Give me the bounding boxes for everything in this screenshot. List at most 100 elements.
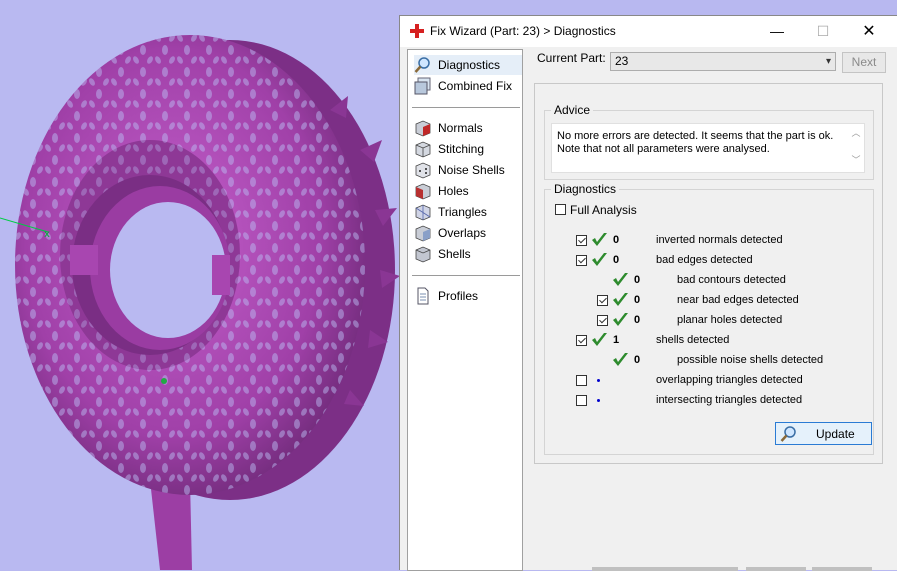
triangles-cube-icon	[415, 204, 431, 221]
advice-line: Note that not all parameters were analys…	[557, 143, 770, 155]
row-label: overlapping triangles detected	[656, 374, 803, 386]
advice-group-label: Advice	[551, 103, 594, 117]
diagnostics-page: Advice No more errors are detected. It s…	[534, 83, 883, 464]
pending-dot-icon	[597, 379, 600, 382]
full-analysis-label: Full Analysis	[570, 203, 637, 217]
maximize-button[interactable]: ☐	[800, 16, 846, 47]
row-label: near bad edges detected	[677, 294, 799, 306]
nav-item-normals[interactable]: Normals	[414, 118, 522, 138]
green-check-icon	[592, 333, 607, 346]
green-check-icon	[613, 353, 628, 366]
red-cross-icon	[410, 24, 424, 38]
green-check-icon	[613, 293, 628, 306]
chevron-down-icon: ▾	[825, 56, 831, 67]
nav-item-label: Noise Shells	[438, 163, 505, 177]
magnifier-icon	[780, 426, 796, 442]
nav-item-overlaps[interactable]: Overlaps	[414, 223, 522, 243]
wizard-nav-panel: Diagnostics Combined Fix Normals Stitchi…	[407, 49, 523, 571]
row-label: possible noise shells detected	[677, 354, 824, 366]
row-checkbox[interactable]	[597, 315, 608, 326]
diagnostics-group-label: Diagnostics	[551, 182, 620, 196]
advice-line: No more errors are detected. It seems th…	[557, 130, 834, 142]
row-label: bad contours detected	[677, 274, 786, 286]
bottom-button-edge[interactable]	[746, 567, 806, 571]
advice-scrollbar[interactable]: ︿ ﹀	[850, 126, 862, 170]
row-count: 1	[613, 334, 620, 346]
noise-shells-dice-icon	[415, 162, 431, 179]
nav-item-label: Combined Fix	[438, 79, 513, 93]
row-count: 0	[634, 314, 641, 326]
row-count: 0	[634, 354, 641, 366]
magnifier-icon	[414, 57, 430, 73]
minimize-button[interactable]: —	[754, 16, 800, 47]
nav-divider	[412, 107, 520, 108]
nav-item-label: Stitching	[438, 142, 485, 156]
advice-group: Advice No more errors are detected. It s…	[544, 103, 874, 180]
row-label: inverted normals detected	[656, 234, 783, 246]
row-label: intersecting triangles detected	[656, 394, 803, 406]
holes-cube-icon	[415, 183, 431, 200]
bottom-button-edge[interactable]	[812, 567, 872, 571]
close-button[interactable]: ✕	[846, 16, 892, 47]
nav-item-noise-shells[interactable]: Noise Shells	[414, 160, 522, 180]
title-bar[interactable]: Fix Wizard (Part: 23) > Diagnostics — ☐ …	[400, 16, 897, 47]
current-part-label: Current Part:	[537, 51, 606, 65]
row-label: shells detected	[656, 334, 730, 346]
nav-item-shells[interactable]: Shells	[414, 244, 522, 264]
green-check-icon	[592, 233, 607, 246]
fix-wizard-dialog: Fix Wizard (Part: 23) > Diagnostics — ☐ …	[399, 15, 897, 571]
row-checkbox[interactable]	[576, 375, 587, 386]
row-label: planar holes detected	[677, 314, 783, 326]
nav-item-label: Holes	[438, 184, 469, 198]
update-button-label: Update	[816, 427, 855, 441]
ring-model: x	[0, 35, 400, 570]
3d-viewport[interactable]: x	[0, 0, 400, 570]
row-checkbox[interactable]	[576, 395, 587, 406]
row-checkbox[interactable]	[576, 335, 587, 346]
row-label: bad edges detected	[656, 254, 753, 266]
nav-item-combined-fix[interactable]: Combined Fix	[414, 76, 522, 96]
nav-divider	[412, 275, 520, 276]
nav-item-stitching[interactable]: Stitching	[414, 139, 522, 159]
window-title: Fix Wizard (Part: 23) > Diagnostics	[430, 24, 616, 38]
bottom-button-edge[interactable]	[592, 567, 738, 571]
nav-item-label: Overlaps	[438, 226, 487, 240]
scroll-down-icon[interactable]: ﹀	[850, 153, 862, 166]
row-count: 0	[613, 254, 620, 266]
overlaps-cube-icon	[415, 225, 431, 242]
nav-item-label: Triangles	[438, 205, 487, 219]
profile-document-icon	[417, 287, 429, 305]
update-button[interactable]: Update	[775, 422, 872, 445]
row-checkbox[interactable]	[576, 235, 587, 246]
nav-item-label: Profiles	[438, 289, 479, 303]
row-count: 0	[634, 294, 641, 306]
shells-cube-icon	[415, 246, 431, 263]
nav-item-label: Diagnostics	[438, 58, 501, 72]
nav-item-holes[interactable]: Holes	[414, 181, 522, 201]
row-checkbox[interactable]	[597, 295, 608, 306]
svg-text:x: x	[44, 229, 50, 240]
diagnostics-group: Diagnostics Full Analysis 0 inverted norm…	[544, 182, 874, 455]
nav-item-triangles[interactable]: Triangles	[414, 202, 522, 222]
current-part-value: 23	[615, 54, 629, 68]
combined-fix-icon	[414, 77, 431, 95]
nav-item-diagnostics[interactable]: Diagnostics	[414, 55, 522, 75]
row-count: 0	[613, 234, 620, 246]
row-checkbox[interactable]	[576, 255, 587, 266]
nav-item-label: Normals	[438, 121, 483, 135]
pending-dot-icon	[597, 399, 600, 402]
next-button[interactable]: Next	[842, 52, 886, 73]
nav-item-label: Shells	[438, 247, 471, 261]
current-part-select[interactable]: 23 ▾	[610, 52, 836, 71]
green-check-icon	[613, 273, 628, 286]
normals-cube-icon	[415, 120, 431, 137]
advice-text: No more errors are detected. It seems th…	[557, 130, 842, 156]
green-check-icon	[613, 313, 628, 326]
stitching-cube-icon	[415, 141, 431, 158]
scroll-up-icon[interactable]: ︿	[850, 126, 862, 139]
row-count: 0	[634, 274, 641, 286]
nav-item-profiles[interactable]: Profiles	[414, 286, 522, 306]
full-analysis-checkbox[interactable]	[555, 204, 566, 215]
green-check-icon	[592, 253, 607, 266]
advice-textbox[interactable]: No more errors are detected. It seems th…	[551, 123, 865, 173]
